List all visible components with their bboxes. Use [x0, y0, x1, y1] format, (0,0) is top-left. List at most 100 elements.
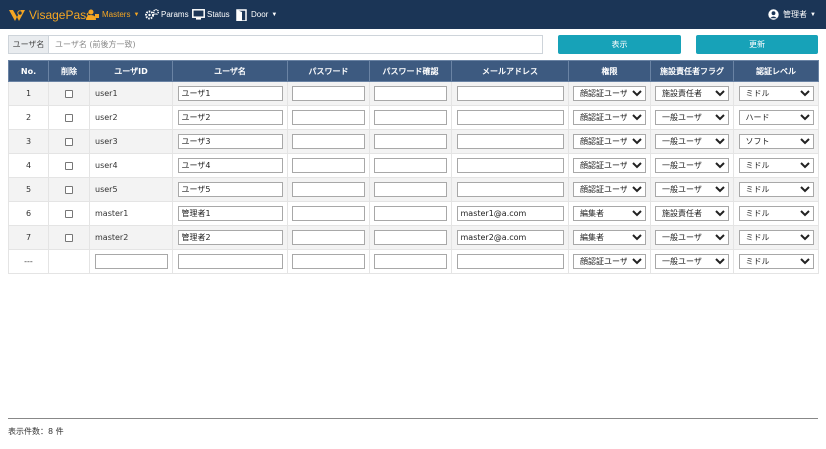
role-cell: 編集者	[568, 201, 651, 226]
password-input[interactable]	[292, 134, 365, 149]
role-select[interactable]: 顔認証ユーザ	[573, 110, 646, 125]
brand-logo[interactable]: VisagePass	[8, 6, 92, 24]
delete-checkbox[interactable]	[65, 89, 73, 98]
table-row: 7 master2 編集者一般ユーザミドル	[8, 225, 819, 250]
password-confirm-input[interactable]	[374, 182, 447, 197]
role-select[interactable]: 顔認証ユーザ	[573, 134, 646, 149]
password-input[interactable]	[292, 158, 365, 173]
password-confirm-input[interactable]	[374, 206, 447, 221]
email-cell	[451, 153, 569, 178]
user-name-input[interactable]	[177, 206, 283, 221]
facility-flag-select[interactable]: 一般ユーザ	[655, 158, 729, 173]
password-confirm-cell	[369, 249, 452, 274]
facility-flag-select[interactable]: 一般ユーザ	[655, 134, 729, 149]
email-cell	[451, 225, 569, 250]
password-confirm-input[interactable]	[374, 110, 447, 125]
delete-checkbox[interactable]	[65, 233, 73, 242]
delete-checkbox[interactable]	[65, 137, 73, 146]
user-name-input[interactable]	[177, 86, 283, 101]
auth-level-cell: ソフト	[733, 129, 819, 154]
facility-flag-select[interactable]: 一般ユーザ	[655, 110, 729, 125]
email-input[interactable]	[456, 134, 564, 149]
delete-checkbox[interactable]	[65, 209, 73, 218]
email-input[interactable]	[456, 206, 564, 221]
facility-flag-select[interactable]: 施設責任者	[655, 206, 729, 221]
facility-flag-select[interactable]: 一般ユーザ	[655, 182, 729, 197]
show-button[interactable]: 表示	[558, 35, 681, 54]
email-input[interactable]	[456, 86, 564, 101]
table-row: 5 user5 顔認証ユーザ一般ユーザミドル	[8, 177, 819, 202]
facility-flag-select[interactable]: 一般ユーザ	[655, 230, 729, 245]
auth-level-select[interactable]: ミドル	[738, 206, 814, 221]
facility-flag-select[interactable]: 施設責任者	[655, 86, 729, 101]
password-cell	[287, 105, 370, 130]
email-input[interactable]	[456, 254, 564, 269]
auth-level-select[interactable]: ミドル	[738, 158, 814, 173]
user-name-input[interactable]	[177, 182, 283, 197]
nav-masters-menu[interactable]: Masters ▼	[86, 0, 139, 29]
nav-status-label: Status	[207, 10, 230, 19]
role-cell: 編集者	[568, 225, 651, 250]
user-name-input[interactable]	[177, 134, 283, 149]
row-number: 1	[8, 81, 49, 106]
user-id-input[interactable]	[94, 254, 168, 269]
username-search-input[interactable]	[48, 35, 543, 54]
delete-checkbox[interactable]	[65, 185, 73, 194]
brand-name: VisagePass	[29, 8, 93, 22]
password-confirm-cell	[369, 153, 452, 178]
delete-checkbox[interactable]	[65, 113, 73, 122]
password-confirm-input[interactable]	[374, 158, 447, 173]
password-confirm-cell	[369, 201, 452, 226]
password-confirm-input[interactable]	[374, 254, 447, 269]
nav-user-menu[interactable]: 管理者 ▼	[768, 0, 816, 29]
role-select[interactable]: 顔認証ユーザ	[573, 254, 646, 269]
auth-level-cell: ミドル	[733, 225, 819, 250]
row-number: 2	[8, 105, 49, 130]
password-input[interactable]	[292, 86, 365, 101]
user-name-input[interactable]	[177, 230, 283, 245]
delete-checkbox[interactable]	[65, 161, 73, 170]
email-input[interactable]	[456, 230, 564, 245]
role-cell: 顔認証ユーザ	[568, 81, 651, 106]
user-id-text: user2	[95, 113, 118, 122]
role-select[interactable]: 顔認証ユーザ	[573, 86, 646, 101]
user-name-cell	[172, 81, 288, 106]
email-input[interactable]	[456, 158, 564, 173]
role-select[interactable]: 顔認証ユーザ	[573, 158, 646, 173]
password-input[interactable]	[292, 254, 365, 269]
email-cell	[451, 177, 569, 202]
password-confirm-input[interactable]	[374, 134, 447, 149]
facility-flag-select[interactable]: 一般ユーザ	[655, 254, 729, 269]
auth-level-select[interactable]: ミドル	[738, 86, 814, 101]
user-id-cell	[89, 249, 173, 274]
user-name-input[interactable]	[177, 158, 283, 173]
email-input[interactable]	[456, 182, 564, 197]
auth-level-select[interactable]: ミドル	[738, 254, 814, 269]
user-id-text: user1	[95, 89, 118, 98]
password-input[interactable]	[292, 110, 365, 125]
user-id-text: user4	[95, 161, 118, 170]
role-select[interactable]: 編集者	[573, 230, 646, 245]
password-input[interactable]	[292, 230, 365, 245]
role-select[interactable]: 顔認証ユーザ	[573, 182, 646, 197]
nav-status-link[interactable]: Status	[192, 0, 230, 29]
auth-level-select[interactable]: ミドル	[738, 230, 814, 245]
password-cell	[287, 153, 370, 178]
table-row: 1 user1 顔認証ユーザ施設責任者ミドル	[8, 81, 819, 106]
nav-params-link[interactable]: Params	[145, 0, 189, 29]
password-input[interactable]	[292, 182, 365, 197]
nav-door-menu[interactable]: Door ▼	[236, 0, 277, 29]
user-name-input[interactable]	[177, 254, 283, 269]
update-button[interactable]: 更新	[696, 35, 818, 54]
password-confirm-input[interactable]	[374, 86, 447, 101]
table-header-row: No. 削除 ユーザID ユーザ名 パスワード パスワード確認 メールアドレス …	[8, 60, 819, 82]
role-select[interactable]: 編集者	[573, 206, 646, 221]
auth-level-select[interactable]: ミドル	[738, 182, 814, 197]
user-name-input[interactable]	[177, 110, 283, 125]
user-name-cell	[172, 249, 288, 274]
password-input[interactable]	[292, 206, 365, 221]
auth-level-select[interactable]: ハード	[738, 110, 814, 125]
auth-level-select[interactable]: ソフト	[738, 134, 814, 149]
email-input[interactable]	[456, 110, 564, 125]
password-confirm-input[interactable]	[374, 230, 447, 245]
